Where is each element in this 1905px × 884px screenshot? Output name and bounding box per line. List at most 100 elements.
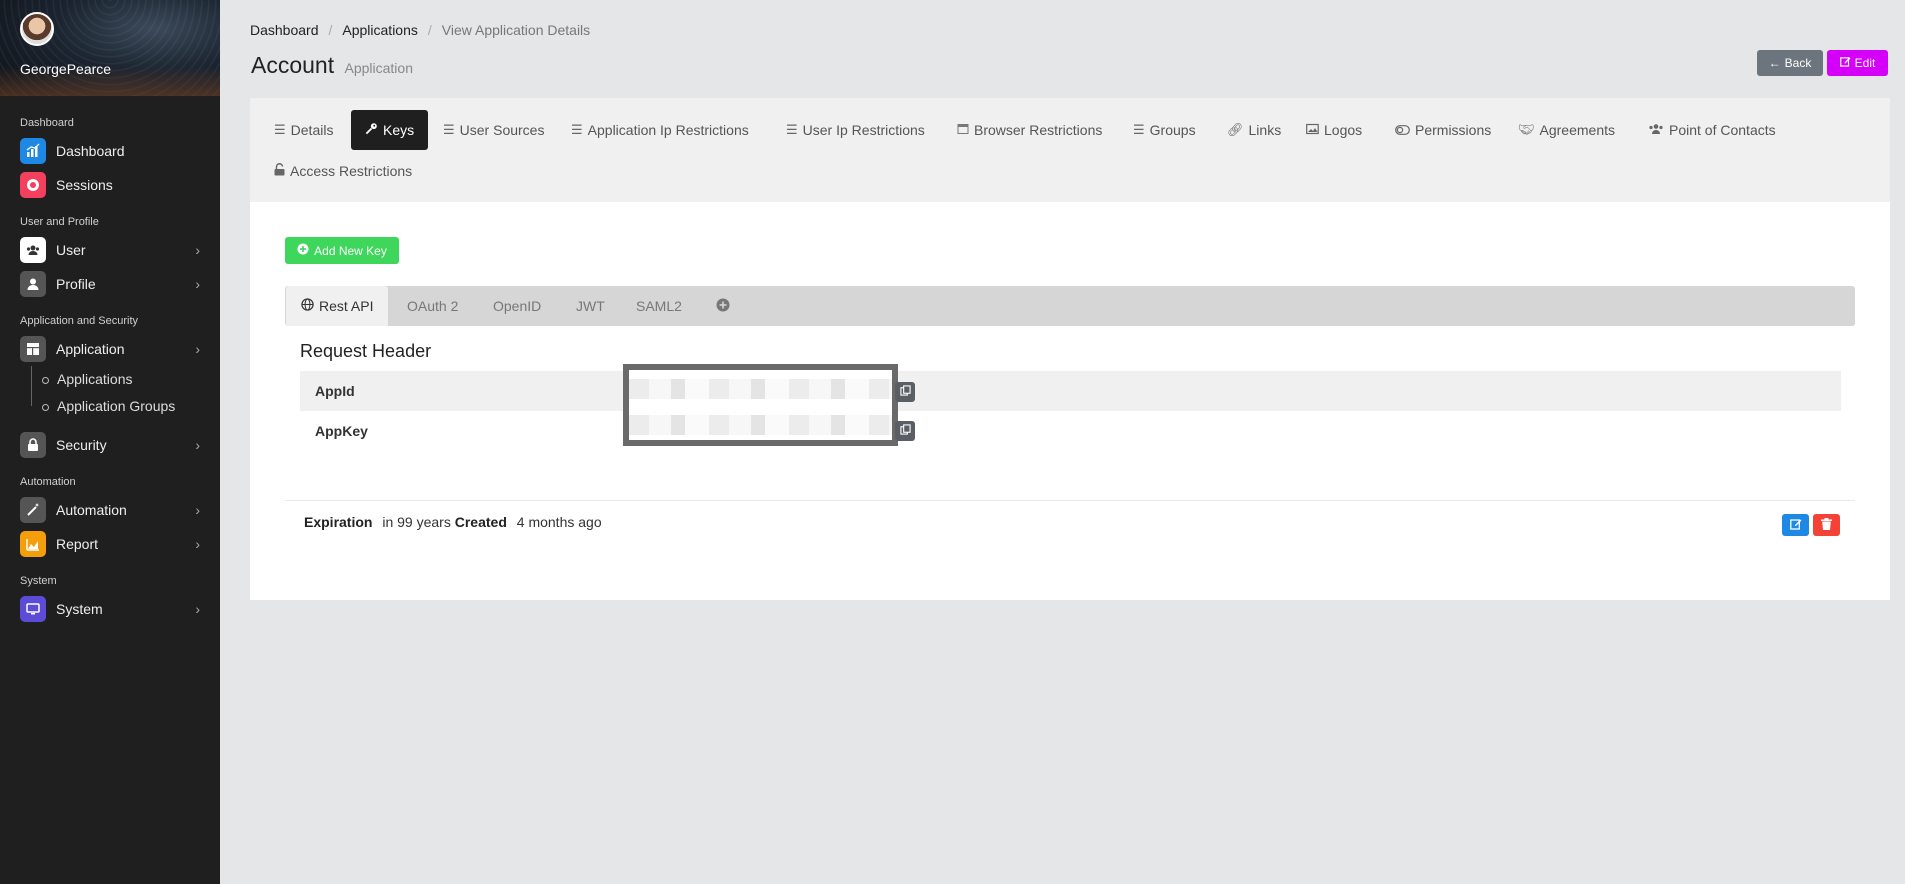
plus-circle-icon <box>716 298 730 315</box>
sidebar-item-security[interactable]: Security › <box>0 428 220 462</box>
chevron-right-icon: › <box>195 536 200 552</box>
sidebar-item-label: Report <box>56 536 99 552</box>
delete-key-button[interactable] <box>1813 514 1840 536</box>
area-chart-icon <box>20 531 46 557</box>
trash-icon <box>1821 517 1832 533</box>
copy-appkey-button[interactable] <box>895 421 915 441</box>
avatar[interactable] <box>20 12 54 46</box>
sidebar-item-label: User <box>56 242 86 258</box>
key-tab-label: Rest API <box>319 298 374 314</box>
tab-label: Details <box>290 122 334 138</box>
key-icon <box>365 122 378 138</box>
key-tab-oauth2[interactable]: OAuth 2 <box>407 286 458 326</box>
nav-section-automation: Automation <box>20 476 76 488</box>
chart-icon <box>20 138 46 164</box>
chevron-right-icon: › <box>195 242 200 258</box>
tab-access-restrictions[interactable]: Access Restrictions <box>274 151 412 191</box>
tab-user-ip-restrictions[interactable]: ☰ User Ip Restrictions <box>786 110 925 150</box>
arrow-left-icon: ← <box>1768 56 1781 70</box>
chevron-right-icon: › <box>195 502 200 518</box>
tab-permissions[interactable]: Permissions <box>1395 110 1491 150</box>
image-icon <box>1306 123 1319 138</box>
tab-label: Agreements <box>1539 122 1615 138</box>
page-title-text: Account <box>251 52 335 78</box>
sidebar-item-label: Sessions <box>56 177 113 193</box>
breadcrumb-current: View Application Details <box>441 22 591 38</box>
window-icon <box>20 336 46 362</box>
sidebar-item-label: Profile <box>56 276 96 292</box>
sidebar-item-application[interactable]: Application › <box>0 332 220 366</box>
nav-section-system: System <box>20 575 57 587</box>
key-tab-openid[interactable]: OpenID <box>493 286 541 326</box>
sidebar-item-profile[interactable]: Profile › <box>0 267 220 301</box>
add-new-key-label: Add New Key <box>314 243 387 258</box>
edit-icon <box>1789 518 1802 533</box>
sidebar-item-system[interactable]: System › <box>0 592 220 626</box>
back-button[interactable]: ← Back <box>1757 50 1823 76</box>
copy-appid-button[interactable] <box>895 382 915 402</box>
divider <box>285 500 1855 501</box>
monitor-icon <box>20 596 46 622</box>
table-row-appkey: AppKey <box>300 411 1841 451</box>
lock-icon <box>20 432 46 458</box>
redacted-appid <box>629 379 892 399</box>
tab-groups[interactable]: ☰ Groups <box>1133 110 1196 150</box>
toggle-icon <box>1395 123 1410 138</box>
sidebar-item-application-groups[interactable]: Application Groups <box>0 393 220 420</box>
tab-label: Keys <box>383 122 415 138</box>
sidebar-item-automation[interactable]: Automation › <box>0 493 220 527</box>
sidebar-item-applications[interactable]: Applications <box>0 366 220 393</box>
tab-browser-restrictions[interactable]: Browser Restrictions <box>957 110 1102 150</box>
tab-point-of-contacts[interactable]: Point of Contacts <box>1648 110 1776 150</box>
edit-key-button[interactable] <box>1782 514 1809 536</box>
tab-label: Access Restrictions <box>290 163 413 179</box>
table-row-appid: AppId <box>300 371 1841 411</box>
sidebar-item-report[interactable]: Report › <box>0 527 220 561</box>
tab-label: Application Ip Restrictions <box>587 122 749 138</box>
key-tab-jwt[interactable]: JWT <box>576 286 605 326</box>
tab-agreements[interactable]: 🤝︎ Agreements <box>1518 110 1615 150</box>
breadcrumb: Dashboard / Applications / View Applicat… <box>250 22 590 38</box>
sidebar-item-dashboard[interactable]: Dashboard <box>0 134 220 168</box>
tab-label: Links <box>1248 122 1282 138</box>
created-label: Created <box>454 514 507 530</box>
sidebar-item-user[interactable]: User › <box>0 233 220 267</box>
browser-icon <box>957 123 969 138</box>
add-key-type-button[interactable] <box>716 286 730 326</box>
edit-button[interactable]: Edit <box>1827 50 1888 76</box>
nav-section-dashboard: Dashboard <box>20 117 74 129</box>
unlock-icon <box>274 163 285 179</box>
key-tab-saml2[interactable]: SAML2 <box>636 286 682 326</box>
username[interactable]: GeorgePearce <box>20 61 111 77</box>
tab-logos[interactable]: Logos <box>1306 110 1362 150</box>
add-new-key-button[interactable]: Add New Key <box>285 237 399 264</box>
tab-application-ip-restrictions[interactable]: ☰ Application Ip Restrictions <box>571 110 749 150</box>
expiration-value: in 99 years <box>382 514 451 530</box>
tab-label: Groups <box>1149 122 1196 138</box>
sidebar-item-label: Security <box>56 437 107 453</box>
sidebar-item-sessions[interactable]: Sessions <box>0 168 220 202</box>
tab-label: Point of Contacts <box>1669 122 1776 138</box>
list-icon: ☰ <box>571 122 583 137</box>
key-tab-rest-api[interactable]: Rest API <box>286 286 389 326</box>
users-icon <box>1648 123 1664 138</box>
chevron-right-icon: › <box>195 276 200 292</box>
list-icon: ☰ <box>786 122 798 137</box>
breadcrumb-applications[interactable]: Applications <box>342 22 418 38</box>
breadcrumb-dashboard[interactable]: Dashboard <box>250 22 319 38</box>
tab-label: Browser Restrictions <box>974 122 1103 138</box>
tab-keys[interactable]: Keys <box>351 110 429 150</box>
page-subtitle: Application <box>344 60 414 76</box>
expiration-label: Expiration <box>304 514 373 530</box>
row-label-appid: AppId <box>315 383 355 399</box>
plus-circle-icon <box>297 243 309 258</box>
tab-links[interactable]: 🔗︎ Links <box>1227 110 1281 150</box>
tab-details[interactable]: ☰ Details <box>274 110 333 150</box>
nav-section-app-security: Application and Security <box>20 315 139 327</box>
nav-section-user-profile: User and Profile <box>20 216 99 228</box>
expiration-info: Expiration in 99 years Created 4 months … <box>304 514 602 530</box>
created-value: 4 months ago <box>516 514 602 530</box>
page-title: Account Application <box>251 52 413 79</box>
users-icon <box>20 237 46 263</box>
tab-user-sources[interactable]: ☰ User Sources <box>443 110 544 150</box>
